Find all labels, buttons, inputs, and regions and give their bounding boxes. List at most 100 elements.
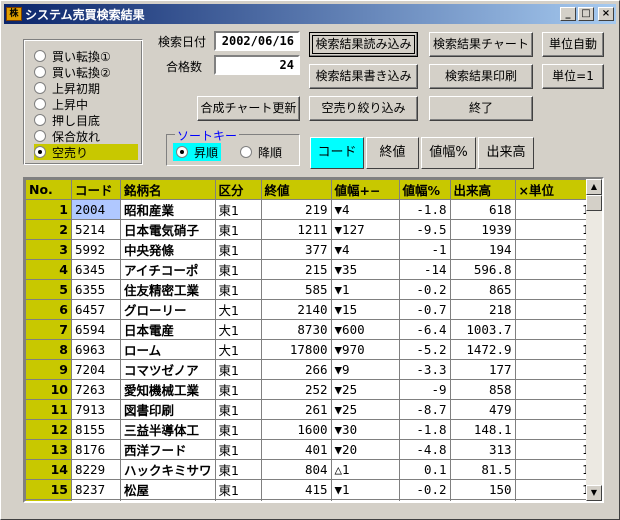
row-number-cell[interactable]: 7 <box>25 319 72 340</box>
price-change-cell[interactable]: ▼127 <box>330 219 400 240</box>
column-header-close[interactable]: 終値 <box>260 179 332 200</box>
market-section-cell[interactable]: 東1 <box>214 479 262 500</box>
condition-option-early-rise[interactable]: 上昇初期 <box>34 80 138 96</box>
volume-cell[interactable]: 150 <box>449 479 516 500</box>
table-row[interactable]: 128155三益半導体工東11600▼30-1.8148.11 <box>25 419 594 440</box>
stock-name-cell[interactable]: 昭和産業 <box>120 199 216 220</box>
volume-cell[interactable]: 18577 <box>449 499 516 501</box>
volume-cell[interactable]: 858 <box>449 379 516 400</box>
table-row[interactable]: 86963ローム大117800▼970-5.21472.91 <box>25 339 594 360</box>
table-row[interactable]: 66457グローリー大12140▼15-0.72181 <box>25 299 594 320</box>
unit-cell[interactable]: 1 <box>514 219 594 240</box>
market-section-cell[interactable]: 東1 <box>214 219 262 240</box>
unit-cell[interactable]: 1 <box>514 359 594 380</box>
stock-name-cell[interactable]: 日本電気硝子 <box>120 219 216 240</box>
close-price-cell[interactable]: 401 <box>260 439 332 460</box>
stock-name-cell[interactable]: グローリー <box>120 299 216 320</box>
column-header-change-pct[interactable]: 値幅% <box>398 179 451 200</box>
market-section-cell[interactable]: 大1 <box>214 319 262 340</box>
change-percent-cell[interactable]: -8.7 <box>398 399 451 420</box>
stock-code-cell[interactable]: 7263 <box>71 379 121 400</box>
unit-cell[interactable]: 1 <box>514 279 594 300</box>
maximize-button[interactable]: □ <box>578 7 594 21</box>
row-number-cell[interactable]: 15 <box>25 479 72 500</box>
column-header-market[interactable]: 区分 <box>214 179 262 200</box>
condition-option-rising[interactable]: 上昇中 <box>34 96 138 112</box>
column-header-volume[interactable]: 出来高 <box>449 179 516 200</box>
market-section-cell[interactable]: 東1 <box>214 359 262 380</box>
stock-code-cell[interactable]: 8155 <box>71 419 121 440</box>
change-percent-cell[interactable]: -4.8 <box>398 439 451 460</box>
stock-code-cell[interactable]: 6963 <box>71 339 121 360</box>
price-change-cell[interactable]: ▼9 <box>330 359 400 380</box>
change-percent-cell[interactable]: -14 <box>398 259 451 280</box>
unit-cell[interactable]: 1 <box>514 379 594 400</box>
stock-name-cell[interactable]: 松屋 <box>120 479 216 500</box>
table-row[interactable]: 138176西洋フード東1401▼20-4.83131 <box>25 439 594 460</box>
stock-code-cell[interactable]: 6594 <box>71 319 121 340</box>
price-change-cell[interactable]: ▼20 <box>330 439 400 460</box>
change-percent-cell[interactable]: -1 <box>398 239 451 260</box>
unit-cell[interactable]: 1 <box>514 319 594 340</box>
stock-code-cell[interactable]: 7204 <box>71 359 121 380</box>
row-number-cell[interactable]: 11 <box>25 399 72 420</box>
volume-cell[interactable]: 596.8 <box>449 259 516 280</box>
row-number-cell[interactable]: 10 <box>25 379 72 400</box>
sort-by-volume-button[interactable]: 出来高 <box>478 137 534 169</box>
table-row[interactable]: 12004昭和産業東1219▼4-1.86181 <box>25 199 594 220</box>
volume-cell[interactable]: 865 <box>449 279 516 300</box>
change-percent-cell[interactable]: -0.2 <box>398 479 451 500</box>
market-section-cell[interactable]: 大1 <box>214 339 262 360</box>
unit-cell[interactable]: 1 <box>514 439 594 460</box>
short-filter-button[interactable]: 空売り絞り込み <box>309 96 418 121</box>
table-row[interactable]: 35992中央発條東1377▼4-11941 <box>25 239 594 260</box>
close-price-cell[interactable]: 2140 <box>260 299 332 320</box>
volume-cell[interactable]: 1003.7 <box>449 319 516 340</box>
close-price-cell[interactable]: 377 <box>260 239 332 260</box>
close-price-cell[interactable]: 219 <box>260 199 332 220</box>
table-row[interactable]: 168268西友東1471▼36-7.1185771 <box>25 499 594 501</box>
title-bar[interactable]: 株 システム売買検索結果 _ □ × <box>4 4 616 24</box>
row-number-cell[interactable]: 1 <box>25 199 72 220</box>
condition-option-range-breakout[interactable]: 保合放れ <box>34 128 138 144</box>
unit-cell[interactable]: 1 <box>514 459 594 480</box>
price-change-cell[interactable]: ▼1 <box>330 479 400 500</box>
price-change-cell[interactable]: ▼4 <box>330 239 400 260</box>
change-percent-cell[interactable]: -9.5 <box>398 219 451 240</box>
volume-cell[interactable]: 148.1 <box>449 419 516 440</box>
stock-name-cell[interactable]: 住友精密工業 <box>120 279 216 300</box>
row-number-cell[interactable]: 14 <box>25 459 72 480</box>
row-number-cell[interactable]: 12 <box>25 419 72 440</box>
volume-cell[interactable]: 479 <box>449 399 516 420</box>
search-date-field[interactable]: 2002/06/16 <box>214 31 300 51</box>
sort-by-code-button[interactable]: コード <box>310 137 364 169</box>
close-price-cell[interactable]: 1600 <box>260 419 332 440</box>
unit-cell[interactable]: 1 <box>514 499 594 501</box>
change-percent-cell[interactable]: -5.2 <box>398 339 451 360</box>
row-number-cell[interactable]: 13 <box>25 439 72 460</box>
scroll-up-button[interactable]: ▲ <box>586 179 602 195</box>
volume-cell[interactable]: 194 <box>449 239 516 260</box>
column-header-unit[interactable]: ×単位 <box>514 179 594 200</box>
price-change-cell[interactable]: ▼35 <box>330 259 400 280</box>
market-section-cell[interactable]: 大1 <box>214 299 262 320</box>
results-print-button[interactable]: 検索結果印刷 <box>429 64 533 89</box>
price-change-cell[interactable]: ▼970 <box>330 339 400 360</box>
unit-cell[interactable]: 1 <box>514 259 594 280</box>
scroll-thumb[interactable] <box>586 195 602 211</box>
close-price-cell[interactable]: 17800 <box>260 339 332 360</box>
volume-cell[interactable]: 177 <box>449 359 516 380</box>
market-section-cell[interactable]: 東1 <box>214 439 262 460</box>
change-percent-cell[interactable]: -0.7 <box>398 299 451 320</box>
change-percent-cell[interactable]: -3.3 <box>398 359 451 380</box>
price-change-cell[interactable]: ▼15 <box>330 299 400 320</box>
row-number-cell[interactable]: 6 <box>25 299 72 320</box>
vertical-scrollbar[interactable]: ▲ ▼ <box>586 179 602 501</box>
table-row[interactable]: 46345アイチコーポ東1215▼35-14596.81 <box>25 259 594 280</box>
stock-name-cell[interactable]: 図書印刷 <box>120 399 216 420</box>
market-section-cell[interactable]: 東1 <box>214 279 262 300</box>
close-price-cell[interactable]: 8730 <box>260 319 332 340</box>
results-chart-button[interactable]: 検索結果チャート <box>429 32 533 57</box>
row-number-cell[interactable]: 3 <box>25 239 72 260</box>
stock-code-cell[interactable]: 8268 <box>71 499 121 501</box>
